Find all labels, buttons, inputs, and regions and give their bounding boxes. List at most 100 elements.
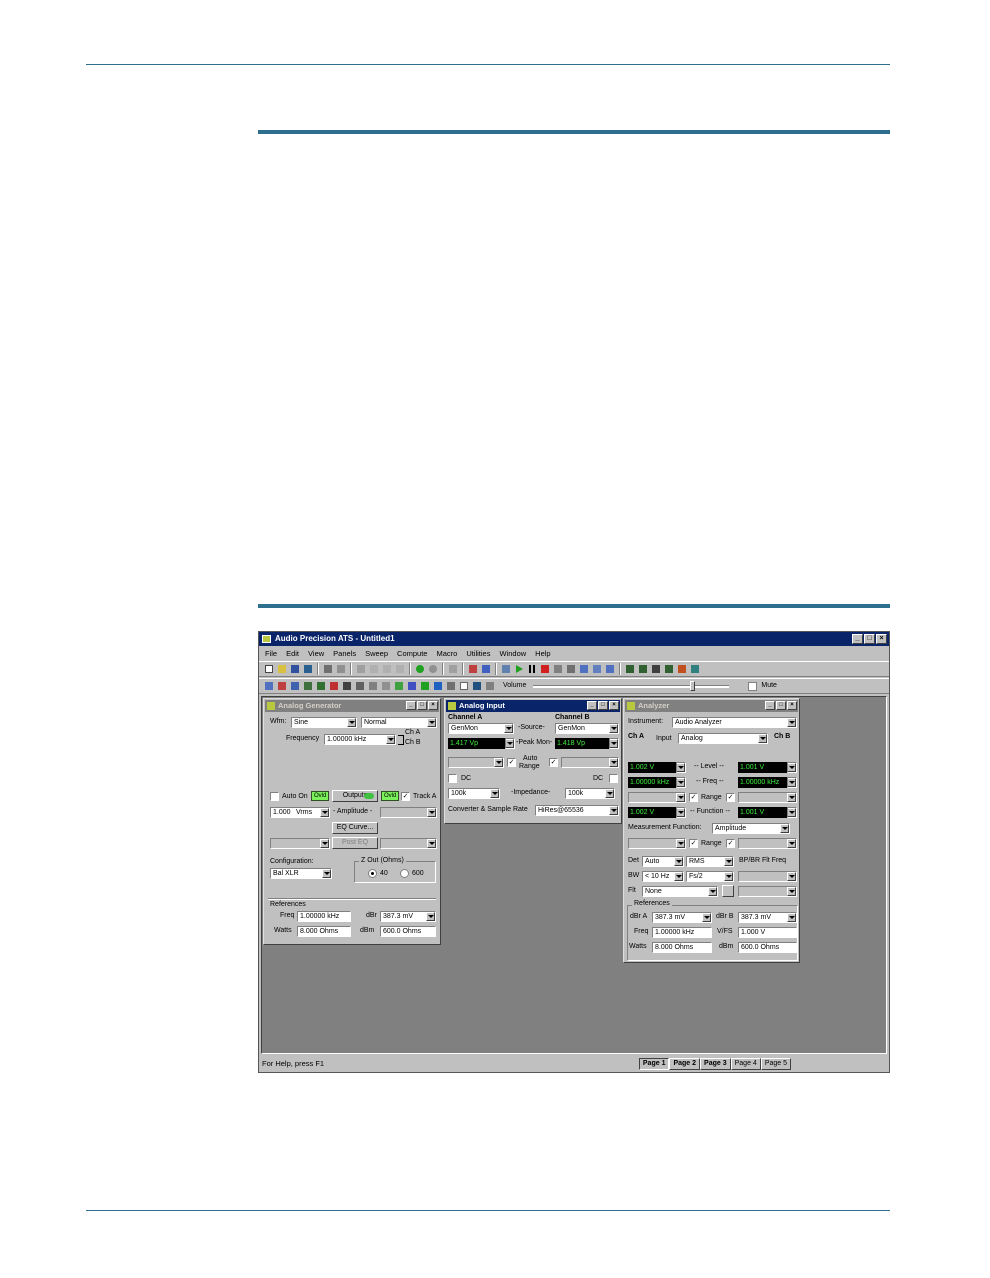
menu-compute[interactable]: Compute [397,647,427,660]
gen-ref-watts-input[interactable]: 8.000 Ohms [297,926,351,937]
detector-mode-select[interactable]: RMS [686,856,734,867]
paste-icon[interactable] [394,663,406,675]
chevron-down-icon[interactable] [788,808,796,817]
go-green-icon[interactable] [414,663,426,675]
chevron-down-icon[interactable] [676,839,685,848]
auto-range-a-checkbox[interactable]: ✓ [507,758,516,767]
chevron-down-icon[interactable] [708,887,717,896]
chevron-down-icon[interactable] [788,778,796,787]
dc-b-checkbox[interactable] [609,774,618,783]
range-a-select[interactable] [448,757,504,768]
range-a-analyzer-select[interactable] [628,792,686,803]
level-b-unit-select[interactable] [787,762,797,773]
waveform-mode-select[interactable]: Normal [361,717,437,728]
chevron-down-icon[interactable] [674,857,683,866]
chevron-down-icon[interactable] [506,739,514,748]
chevron-down-icon[interactable] [674,872,683,881]
link-icon[interactable] [447,663,459,675]
post-eq-a-select[interactable] [270,838,330,849]
filter-select[interactable]: None [642,886,718,897]
chevron-down-icon[interactable] [320,839,329,848]
post-eq-b-select[interactable] [380,838,437,849]
function-range-a-select[interactable] [628,838,686,849]
amplitude-unit-select[interactable]: Vrms [294,807,330,818]
chevron-down-icon[interactable] [610,739,618,748]
zout-40-radio[interactable] [368,869,377,878]
range-b-analyzer-select[interactable] [738,792,797,803]
menu-window[interactable]: Window [499,647,526,660]
chevron-down-icon[interactable] [609,806,618,815]
chevron-down-icon[interactable] [787,718,796,727]
chevron-down-icon[interactable] [494,758,503,767]
menu-sweep[interactable]: Sweep [365,647,388,660]
auto-range-b-checkbox[interactable]: ✓ [549,758,558,767]
dbrb-input[interactable]: 387.3 mV [738,912,797,923]
bp-br-a-select[interactable] [738,871,797,882]
dc-a-checkbox[interactable] [448,774,457,783]
measurement-function-select[interactable]: Amplitude [712,823,790,834]
zout-600-radio[interactable] [400,869,409,878]
volume-slider-thumb[interactable] [690,681,696,691]
arrow-right-icon[interactable] [419,680,431,692]
chevron-down-icon[interactable] [609,724,618,733]
level-a-unit-select[interactable] [676,762,686,773]
new-file-icon[interactable] [263,663,275,675]
input-maximize-button[interactable]: □ [598,701,608,710]
tab-page-1[interactable]: Page 1 [638,1058,670,1070]
chevron-down-icon[interactable] [787,913,796,922]
waveform-select[interactable]: Sine [291,717,357,728]
chart-panel-icon[interactable] [393,680,405,692]
ref-dbm-input[interactable]: 600.0 Ohms [738,942,797,953]
chevron-down-icon[interactable] [787,872,796,881]
chevron-down-icon[interactable] [677,763,685,772]
configuration-select[interactable]: Bal XLR [270,868,332,879]
bandwidth-low-select[interactable]: < 10 Hz [642,871,684,882]
bp-br-b-select[interactable] [738,886,797,897]
chevron-down-icon[interactable] [386,735,395,744]
volume-slider[interactable] [533,680,730,692]
frequency-input[interactable]: 1.00000 kHz [324,734,396,745]
function-range-a-checkbox[interactable]: ✓ [689,839,698,848]
list-panel-icon[interactable] [406,680,418,692]
print-icon[interactable] [322,663,334,675]
chevron-down-icon[interactable] [504,724,513,733]
menu-panels[interactable]: Panels [333,647,356,660]
play-icon[interactable] [513,663,525,675]
generator-panel-icon[interactable] [263,680,275,692]
peak-b-unit-select[interactable] [609,738,619,749]
mute-checkbox[interactable] [748,681,758,691]
analyzer-range-a-checkbox[interactable]: ✓ [689,793,698,802]
chevron-down-icon[interactable] [677,778,685,787]
chevron-down-icon[interactable] [677,808,685,817]
panel-4-icon[interactable] [663,663,675,675]
impedance-b-select[interactable]: 100k [565,788,615,799]
menu-macro[interactable]: Macro [436,647,457,660]
filter-panel-icon[interactable] [328,680,340,692]
monitor-icon[interactable] [471,680,483,692]
function-range-b-select[interactable] [738,838,797,849]
menu-file[interactable]: File [265,647,277,660]
panel-red-icon[interactable] [467,663,479,675]
save-all-icon[interactable] [302,663,314,675]
data-icon[interactable] [604,663,616,675]
blank-panel-icon[interactable] [458,680,470,692]
tab-page-3[interactable]: Page 3 [700,1058,731,1070]
chevron-down-icon[interactable] [758,734,767,743]
menu-utilities[interactable]: Utilities [466,647,490,660]
auto-on-checkbox[interactable] [270,792,279,801]
source-b-select[interactable]: GenMon [555,723,619,734]
chevron-down-icon[interactable] [427,839,436,848]
save-disk-icon[interactable] [289,663,301,675]
ref-watts-input[interactable]: 8.000 Ohms [652,942,712,953]
analyzer-minimize-button[interactable]: _ [765,701,775,710]
arrow-down-icon[interactable] [432,680,444,692]
single-step-icon[interactable] [552,663,564,675]
fft-panel-icon[interactable] [289,680,301,692]
sweep-panel-icon[interactable] [302,680,314,692]
freq-a-unit-select[interactable] [676,777,686,788]
impedance-a-select[interactable]: 100k [448,788,500,799]
chevron-down-icon[interactable] [787,887,796,896]
chevron-down-icon[interactable] [427,718,436,727]
graph-icon[interactable] [591,663,603,675]
menu-help[interactable]: Help [535,647,550,660]
